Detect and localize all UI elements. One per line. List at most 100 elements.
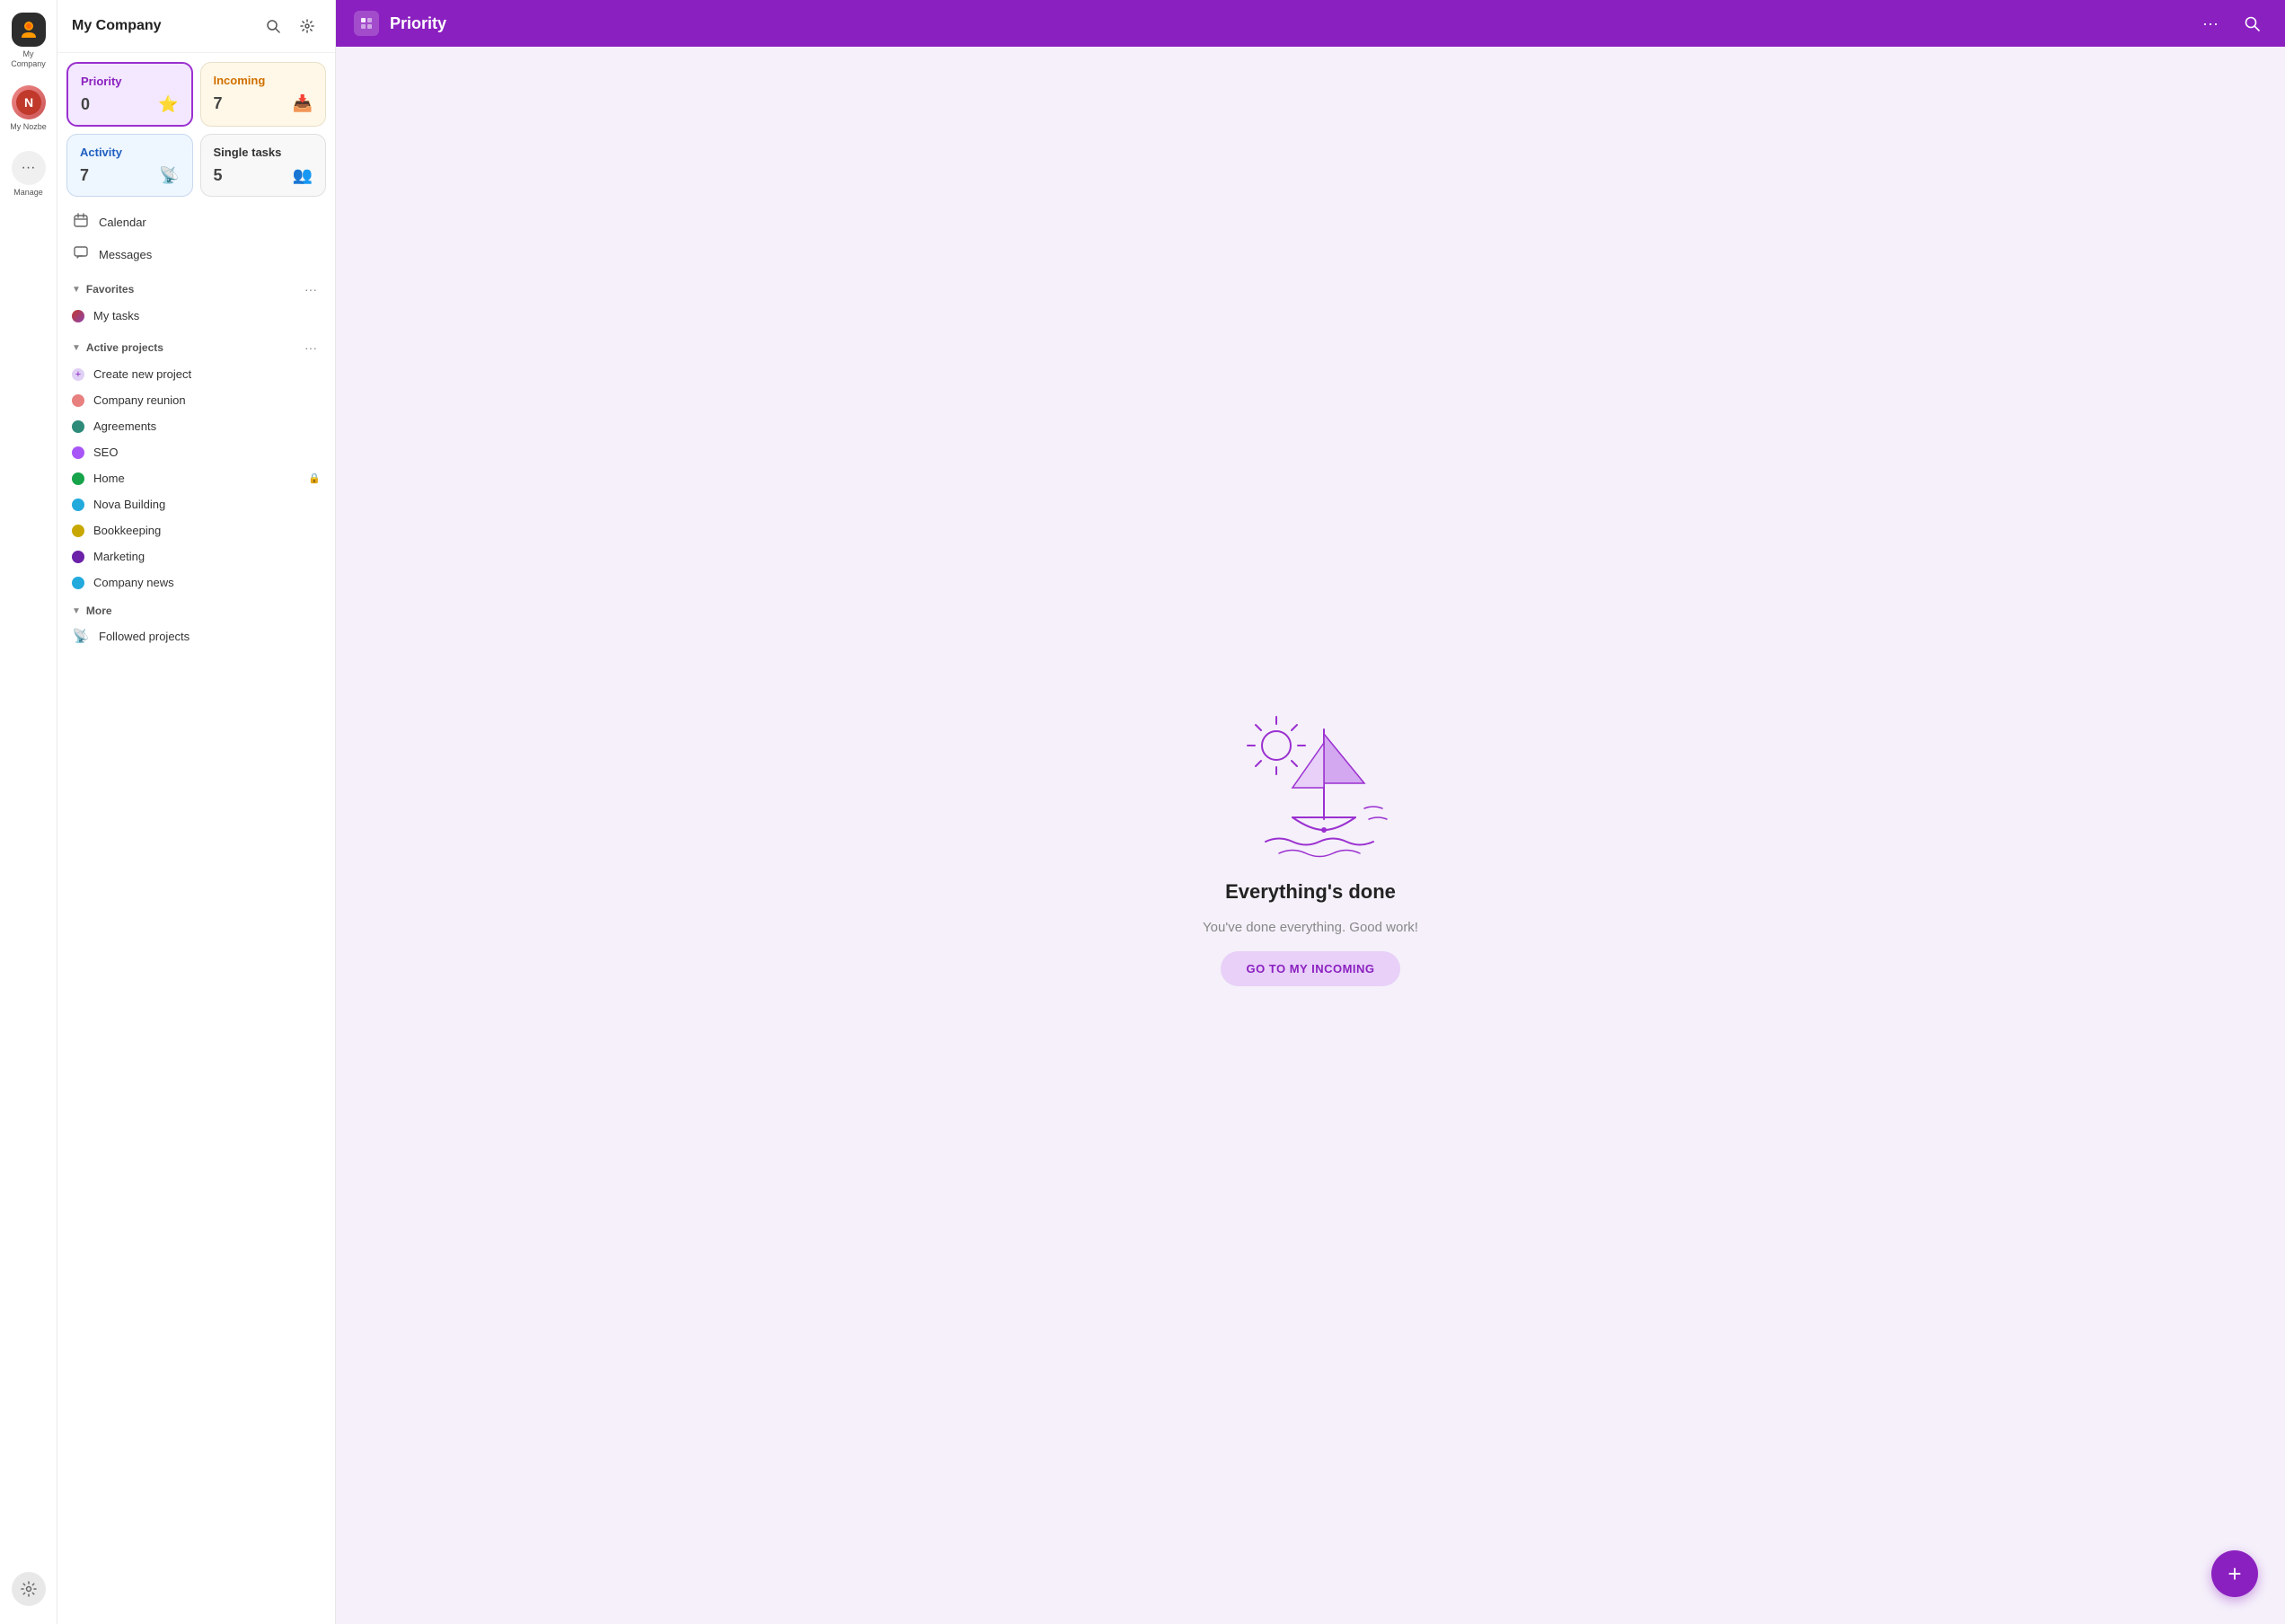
main-header: Priority ··· [336,0,2285,47]
svg-text:N: N [23,95,32,110]
lock-icon-home: 🔒 [308,472,321,484]
followed-projects-label: Followed projects [99,630,190,643]
rail-item-manage[interactable]: ··· Manage [4,146,53,203]
card-activity-count: 7 [80,166,89,185]
project-item-seo[interactable]: SEO [63,439,330,465]
active-projects-actions: ··· [301,338,321,357]
create-project-label: Create new project [93,367,321,381]
project-dot-home [72,472,84,485]
card-single-label: Single tasks [214,146,313,159]
favorites-actions: ··· [301,279,321,299]
empty-illustration [1212,684,1409,864]
project-dot-nova-building [72,499,84,511]
project-item-create[interactable]: + Create new project [63,361,330,387]
project-name-company-reunion: Company reunion [93,393,321,407]
icon-rail: My Company N My Nozbe ··· Manage [0,0,57,1624]
project-name-seo: SEO [93,446,321,459]
messages-icon [72,245,90,263]
manage-icon: ··· [12,151,46,185]
more-chevron: ▼ [72,606,81,616]
followed-projects-icon: 📡 [72,628,90,644]
sidebar-header: My Company [57,0,335,53]
project-list: Company reunion Agreements SEO Home 🔒 Nova Bu… [63,387,330,596]
project-dot-company-news [72,577,84,589]
project-name-nova-building: Nova Building [93,498,321,511]
rail-settings-button[interactable] [12,1572,46,1606]
card-activity-footer: 7 📡 [80,166,180,185]
rail-nozbe-label: My Nozbe [10,122,47,132]
sidebar-cards: Priority 0 ⭐ Incoming 7 📥 Activity 7 📡 S… [57,53,335,202]
project-dot-seo [72,446,84,459]
project-item-home[interactable]: Home 🔒 [63,465,330,491]
card-incoming-count: 7 [214,94,223,113]
sidebar-nav: Calendar Messages ▼ Favorites ··· My tas… [57,202,335,1624]
favorites-chevron: ▼ [72,285,81,295]
project-item-bookkeeping[interactable]: Bookkeeping [63,517,330,543]
main-content: Priority ··· [336,0,2285,1624]
project-dot-company-reunion [72,394,84,407]
project-item-my-tasks[interactable]: My tasks [63,303,330,329]
header-menu-button[interactable]: ··· [2195,11,2226,37]
card-priority-count: 0 [81,95,90,114]
card-incoming-footer: 7 📥 [214,94,313,113]
empty-title: Everything's done [1225,880,1396,904]
fab-add-button[interactable]: + [2211,1550,2258,1597]
sidebar-header-actions [260,13,321,40]
sidebar-search-button[interactable] [260,13,287,40]
create-project-icon: + [72,368,84,381]
section-more[interactable]: ▼ More [63,596,330,621]
card-activity[interactable]: Activity 7 📡 [66,134,193,197]
project-name-bookkeeping: Bookkeeping [93,524,321,537]
more-label: More [86,605,112,617]
project-name-home: Home [93,472,299,485]
header-search-button[interactable] [2236,8,2267,39]
project-item-agreements[interactable]: Agreements [63,413,330,439]
nozbe-avatar: N [12,85,46,119]
active-projects-more-button[interactable]: ··· [301,338,321,357]
section-favorites[interactable]: ▼ Favorites ··· [63,270,330,303]
project-name-agreements: Agreements [93,419,321,433]
active-projects-chevron: ▼ [72,343,81,353]
header-priority-icon [354,11,379,36]
go-to-incoming-button[interactable]: GO TO MY INCOMING [1221,951,1399,986]
project-name-marketing: Marketing [93,550,321,563]
sidebar: My Company Priority 0 ⭐ [57,0,336,1624]
card-incoming[interactable]: Incoming 7 📥 [200,62,327,127]
card-priority-label: Priority [81,75,179,88]
nav-item-messages[interactable]: Messages [63,238,330,270]
card-priority-icon: ⭐ [158,95,178,114]
empty-state: Everything's done You've done everything… [1203,684,1418,986]
nav-item-calendar[interactable]: Calendar [63,206,330,238]
project-item-nova-building[interactable]: Nova Building [63,491,330,517]
company-avatar [12,13,46,47]
card-priority-footer: 0 ⭐ [81,95,179,114]
card-single-count: 5 [214,166,223,185]
sidebar-settings-button[interactable] [294,13,321,40]
project-dot-agreements [72,420,84,433]
messages-label: Messages [99,248,152,261]
card-incoming-label: Incoming [214,74,313,87]
empty-subtitle: You've done everything. Good work! [1203,920,1418,935]
calendar-icon [72,213,90,231]
sidebar-title: My Company [72,18,162,34]
favorites-more-button[interactable]: ··· [301,279,321,299]
card-priority[interactable]: Priority 0 ⭐ [66,62,193,127]
card-incoming-icon: 📥 [293,94,313,113]
nav-item-followed-projects[interactable]: 📡 Followed projects [63,621,330,651]
project-item-company-news[interactable]: Company news [63,569,330,596]
project-dot-bookkeeping [72,525,84,537]
project-item-company-reunion[interactable]: Company reunion [63,387,330,413]
card-single-tasks[interactable]: Single tasks 5 👥 [200,134,327,197]
card-activity-label: Activity [80,146,180,159]
rail-item-company[interactable]: My Company [4,7,53,75]
main-body: Everything's done You've done everything… [336,47,2285,1624]
section-active-projects[interactable]: ▼ Active projects ··· [63,329,330,361]
rail-company-label: My Company [8,49,49,69]
calendar-label: Calendar [99,216,146,229]
card-single-icon: 👥 [293,166,313,185]
active-projects-label: Active projects [86,341,163,354]
main-header-title: Priority [390,14,2184,33]
rail-manage-label: Manage [13,188,43,198]
project-item-marketing[interactable]: Marketing [63,543,330,569]
rail-item-nozbe[interactable]: N My Nozbe [4,80,53,137]
